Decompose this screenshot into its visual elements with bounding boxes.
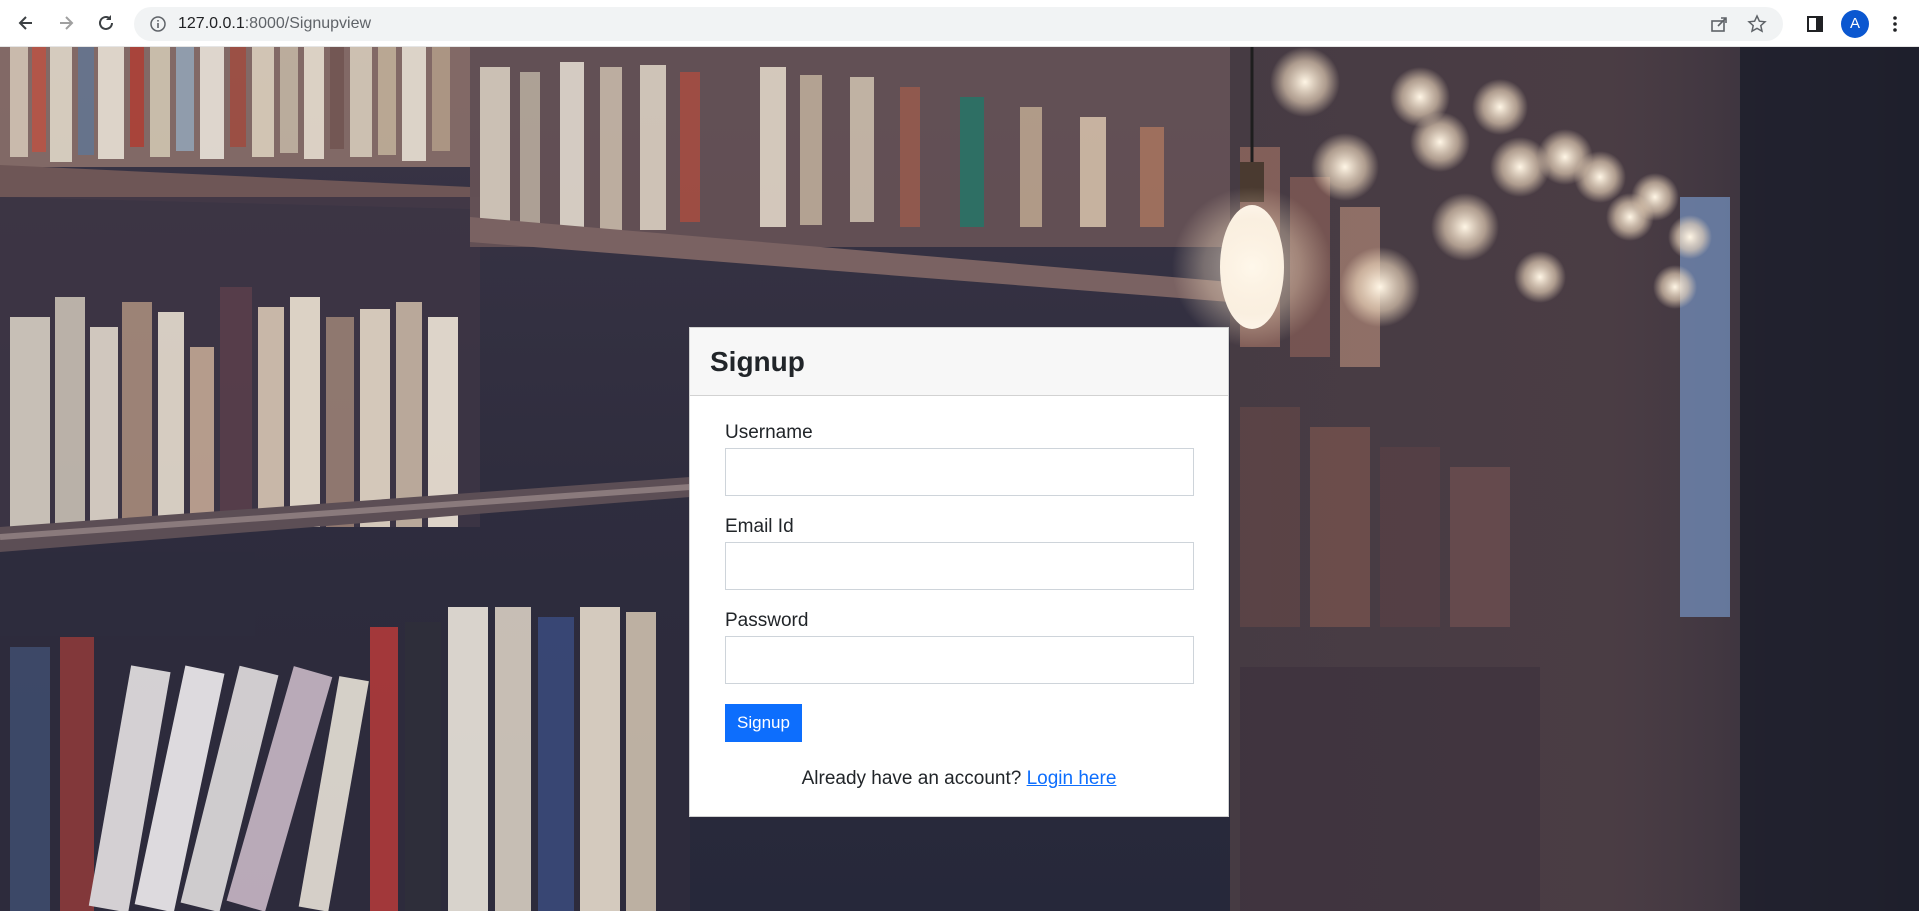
side-panel-icon[interactable] (1803, 12, 1827, 36)
site-info-icon[interactable] (148, 14, 168, 34)
signup-form: Username Email Id Password Signup Alread… (690, 396, 1228, 790)
username-input[interactable] (725, 448, 1194, 496)
page-title: Signup (710, 345, 805, 377)
email-input[interactable] (725, 542, 1194, 590)
password-label: Password (725, 610, 809, 631)
login-prompt-line: Already have an account? Login here (725, 768, 1193, 790)
signup-card: Signup Username Email Id Password Signup… (689, 327, 1229, 817)
password-group: Password (725, 610, 1194, 684)
back-arrow-icon (18, 16, 32, 30)
browser-toolbar: 127.0.0.1:8000/Signupview A (0, 0, 1919, 47)
menu-kebab-icon[interactable] (1883, 12, 1907, 36)
signup-button[interactable]: Signup (725, 704, 802, 742)
profile-avatar[interactable]: A (1841, 9, 1869, 38)
email-group: Email Id (725, 516, 1194, 590)
forward-button[interactable] (46, 0, 86, 47)
username-group: Username (725, 422, 1194, 496)
reload-icon (99, 15, 113, 30)
username-label: Username (725, 422, 813, 443)
email-label: Email Id (725, 516, 794, 537)
url-path: :8000/Signupview (244, 15, 372, 32)
password-input[interactable] (725, 636, 1194, 684)
back-button[interactable] (6, 0, 46, 47)
page-background: Signup Username Email Id Password Signup… (0, 47, 1919, 911)
url-host: 127.0.0.1 (178, 15, 245, 32)
card-header: Signup (690, 328, 1228, 396)
forward-arrow-icon (60, 16, 74, 30)
share-icon[interactable] (1707, 12, 1731, 36)
reload-button[interactable] (86, 0, 126, 47)
address-bar[interactable]: 127.0.0.1:8000/Signupview (134, 7, 1783, 41)
login-prompt-text: Already have an account? (801, 768, 1022, 789)
bookmark-star-icon[interactable] (1745, 12, 1769, 36)
login-link[interactable]: Login here (1027, 768, 1117, 789)
